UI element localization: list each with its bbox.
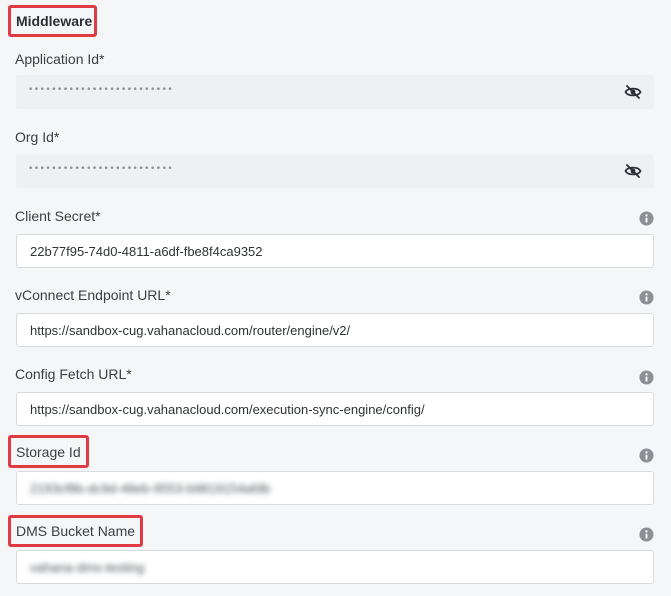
section-title-middleware: Middleware <box>8 5 97 37</box>
dms-bucket-name-input[interactable]: vahana-dms-testing <box>16 550 654 584</box>
org-id-field[interactable]: ••••••••••••••••••••••••• <box>16 154 654 188</box>
config-fetch-label: Config Fetch URL* <box>15 366 132 382</box>
config-fetch-value: https://sandbox-cug.vahanacloud.com/exec… <box>30 401 425 417</box>
vconnect-endpoint-input[interactable]: https://sandbox-cug.vahanacloud.com/rout… <box>16 313 654 347</box>
org-id-masked-value: ••••••••••••••••••••••••• <box>28 164 174 174</box>
dms-bucket-name-label: DMS Bucket Name <box>8 515 144 547</box>
client-secret-value: 22b77f95-74d0-4811-a6df-fbe8f4ca9352 <box>30 243 263 259</box>
dms-bucket-name-value: vahana-dms-testing <box>30 559 145 575</box>
eye-slash-icon[interactable] <box>624 84 642 100</box>
info-icon[interactable] <box>639 370 654 385</box>
section-title-text: Middleware <box>16 13 93 29</box>
client-secret-input[interactable]: 22b77f95-74d0-4811-a6df-fbe8f4ca9352 <box>16 234 654 268</box>
info-icon[interactable] <box>639 527 654 542</box>
application-id-masked-value: ••••••••••••••••••••••••• <box>28 85 174 95</box>
storage-id-label: Storage Id <box>8 435 89 468</box>
vconnect-endpoint-label: vConnect Endpoint URL* <box>15 287 171 303</box>
info-icon[interactable] <box>639 211 654 226</box>
storage-id-input[interactable]: 2193cf8b-dc9d-48eb-9553-b9819154afdb <box>16 471 654 505</box>
vconnect-endpoint-value: https://sandbox-cug.vahanacloud.com/rout… <box>30 322 351 338</box>
application-id-label: Application Id* <box>15 51 105 67</box>
config-fetch-input[interactable]: https://sandbox-cug.vahanacloud.com/exec… <box>16 392 654 426</box>
application-id-field[interactable]: ••••••••••••••••••••••••• <box>16 75 654 109</box>
dms-bucket-name-label-text: DMS Bucket Name <box>16 523 136 539</box>
info-icon[interactable] <box>639 290 654 305</box>
client-secret-label: Client Secret* <box>15 208 101 224</box>
org-id-label: Org Id* <box>15 129 60 145</box>
info-icon[interactable] <box>639 448 654 463</box>
eye-slash-icon[interactable] <box>624 163 642 179</box>
storage-id-label-text: Storage Id <box>16 443 81 460</box>
storage-id-value: 2193cf8b-dc9d-48eb-9553-b9819154afdb <box>30 480 270 496</box>
